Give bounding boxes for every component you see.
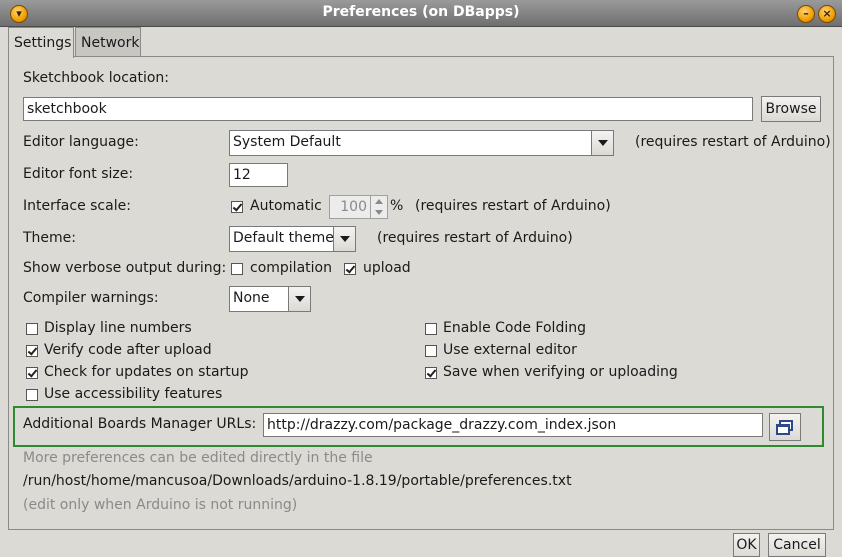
sketchbook-location-input[interactable]: sketchbook xyxy=(23,97,753,121)
save-verifying-label: Save when verifying or uploading xyxy=(443,364,678,380)
interface-scale-value: 100 xyxy=(340,199,367,215)
spinner-arrows-icon xyxy=(370,196,387,218)
automatic-scale-checkbox[interactable] xyxy=(231,201,243,213)
tab-settings[interactable]: Settings xyxy=(8,27,74,58)
theme-select[interactable]: Default theme xyxy=(229,226,356,252)
edit-warning-note: (edit only when Arduino is not running) xyxy=(23,497,298,513)
compiler-warnings-value: None xyxy=(233,290,270,306)
upload-label: upload xyxy=(363,260,411,276)
editor-font-size-label: Editor font size: xyxy=(23,166,134,182)
preferences-file-path: /run/host/home/mancusoa/Downloads/arduin… xyxy=(23,473,572,489)
browse-button[interactable]: Browse xyxy=(761,96,821,122)
external-editor-checkbox[interactable] xyxy=(425,345,437,357)
check-updates-checkbox[interactable] xyxy=(26,367,38,379)
title-bar: ▾ Preferences (on DBapps) – × xyxy=(0,0,842,27)
more-preferences-note: More preferences can be edited directly … xyxy=(23,450,373,466)
check-updates-label: Check for updates on startup xyxy=(44,364,249,380)
display-line-numbers-checkbox[interactable] xyxy=(26,323,38,335)
compilation-checkbox[interactable] xyxy=(231,263,243,275)
theme-restart-note: (requires restart of Arduino) xyxy=(377,230,573,246)
accessibility-checkbox[interactable] xyxy=(26,389,38,401)
ok-button[interactable]: OK xyxy=(733,533,760,557)
verify-code-checkbox[interactable] xyxy=(26,345,38,357)
tab-network[interactable]: Network xyxy=(75,27,141,56)
theme-value: Default theme xyxy=(233,230,334,246)
code-folding-label: Enable Code Folding xyxy=(443,320,586,336)
interface-scale-restart-note: (requires restart of Arduino) xyxy=(415,198,611,214)
verbose-output-label: Show verbose output during: xyxy=(23,260,227,276)
editor-font-size-input[interactable]: 12 xyxy=(229,163,288,187)
accessibility-label: Use accessibility features xyxy=(44,386,223,402)
upload-checkbox[interactable] xyxy=(344,263,356,275)
compiler-warnings-label: Compiler warnings: xyxy=(23,290,159,306)
external-editor-label: Use external editor xyxy=(443,342,577,358)
interface-scale-label: Interface scale: xyxy=(23,198,131,214)
minimize-icon[interactable]: – xyxy=(797,5,815,23)
percent-label: % xyxy=(390,198,404,214)
interface-scale-spinner: 100 xyxy=(329,195,388,219)
verify-code-label: Verify code after upload xyxy=(44,342,212,358)
boards-urls-edit-button[interactable] xyxy=(769,413,801,441)
code-folding-checkbox[interactable] xyxy=(425,323,437,335)
editor-language-value: System Default xyxy=(233,134,341,150)
display-line-numbers-label: Display line numbers xyxy=(44,320,192,336)
window-title: Preferences (on DBapps) xyxy=(322,4,520,20)
editor-language-label: Editor language: xyxy=(23,134,139,150)
compilation-label: compilation xyxy=(250,260,332,276)
editor-language-select[interactable]: System Default xyxy=(229,130,614,156)
window-stack-icon-front xyxy=(776,424,790,435)
chevron-down-icon xyxy=(288,287,310,311)
boards-urls-label: Additional Boards Manager URLs: xyxy=(23,416,257,432)
close-icon[interactable]: × xyxy=(818,5,836,23)
compiler-warnings-select[interactable]: None xyxy=(229,286,311,312)
chevron-down-icon xyxy=(333,227,355,251)
automatic-scale-label: Automatic xyxy=(250,198,322,214)
save-verifying-checkbox[interactable] xyxy=(425,367,437,379)
boards-urls-input[interactable]: http://drazzy.com/package_drazzy.com_ind… xyxy=(263,413,763,437)
chevron-down-icon xyxy=(591,131,613,155)
editor-language-restart-note: (requires restart of Arduino) xyxy=(635,134,831,150)
theme-label: Theme: xyxy=(23,230,77,246)
cancel-button[interactable]: Cancel xyxy=(768,533,826,557)
sketchbook-location-label: Sketchbook location: xyxy=(23,70,170,86)
